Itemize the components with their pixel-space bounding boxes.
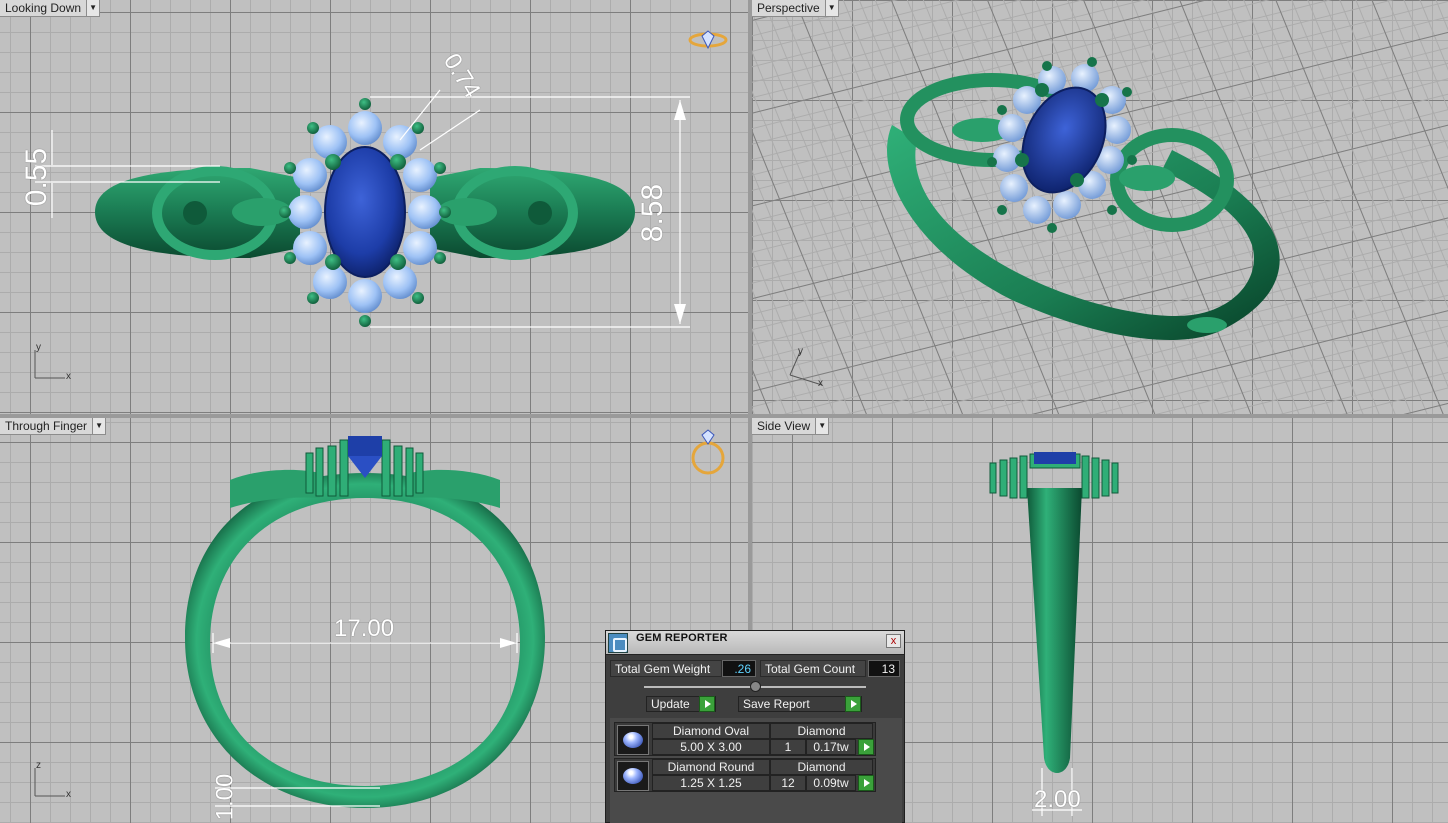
gem-name: Diamond Oval <box>652 723 770 739</box>
slider-handle[interactable] <box>750 681 761 692</box>
dimension-height: 8.58 <box>636 183 670 243</box>
save-report-label: Save Report <box>743 697 810 711</box>
viewport-perspective[interactable]: Perspective ▼ y x <box>752 0 1448 414</box>
total-gem-weight-value: .26 <box>722 660 756 677</box>
close-icon[interactable]: x <box>886 634 901 648</box>
update-button[interactable]: Update <box>646 696 716 712</box>
axis-label-y: y <box>36 342 41 353</box>
total-gem-weight-label: Total Gem Weight <box>610 660 722 677</box>
axis-label-z: z <box>36 760 41 771</box>
update-label: Update <box>651 697 690 711</box>
gem-weight: 0.17tw <box>806 739 856 755</box>
axis-label-y: y <box>798 346 803 357</box>
gem-reporter-title: GEM REPORTER <box>636 632 728 644</box>
save-report-button[interactable]: Save Report <box>738 696 862 712</box>
dimension-width: 2.00 <box>1034 786 1081 813</box>
axis-label-x: x <box>818 378 823 389</box>
play-icon[interactable] <box>845 696 861 712</box>
axis-label-x: x <box>66 789 71 800</box>
ring-perspective-drawing <box>887 57 1280 340</box>
gem-weight: 0.09tw <box>806 775 856 791</box>
play-icon[interactable] <box>858 775 874 791</box>
gem-reporter-logo-icon <box>608 633 628 653</box>
total-gem-count-label: Total Gem Count <box>760 660 866 677</box>
gem-count: 12 <box>770 775 806 791</box>
play-icon[interactable] <box>699 696 715 712</box>
gem-row[interactable]: Diamond Round Diamond 1.25 X 1.25 12 0.0… <box>614 758 876 792</box>
gem-count: 1 <box>770 739 806 755</box>
gem-name: Diamond Round <box>652 759 770 775</box>
dimension-band: 0.55 <box>20 147 54 207</box>
gem-ring-icon[interactable] <box>690 428 730 478</box>
gem-size: 5.00 X 3.00 <box>652 739 770 755</box>
dimension-thickness: 1.00 <box>211 773 239 821</box>
gem-row[interactable]: Diamond Oval Diamond 5.00 X 3.00 1 0.17t… <box>614 722 876 756</box>
play-icon[interactable] <box>858 739 874 755</box>
gem-ring-icon[interactable] <box>688 28 728 52</box>
gem-reporter-titlebar[interactable]: GEM REPORTER x <box>606 631 904 655</box>
viewport-looking-down[interactable]: Looking Down ▼ 0.74 8.58 0.55 y x <box>0 0 748 414</box>
axis-indicator-perspective <box>789 351 823 386</box>
gem-round-icon <box>617 761 649 791</box>
gem-reporter-panel[interactable]: GEM REPORTER x Total Gem Weight .26 Tota… <box>605 630 905 823</box>
gem-oval-icon <box>617 725 649 755</box>
gem-size: 1.25 X 1.25 <box>652 775 770 791</box>
gem-reporter-slider[interactable] <box>644 681 866 692</box>
gem-list: Diamond Oval Diamond 5.00 X 3.00 1 0.17t… <box>610 718 902 823</box>
gem-material: Diamond <box>770 759 873 775</box>
total-gem-count-value: 13 <box>868 660 900 677</box>
dimension-inner-diameter: 17.00 <box>334 615 395 642</box>
gem-material: Diamond <box>770 723 873 739</box>
axis-label-x: x <box>66 371 71 382</box>
